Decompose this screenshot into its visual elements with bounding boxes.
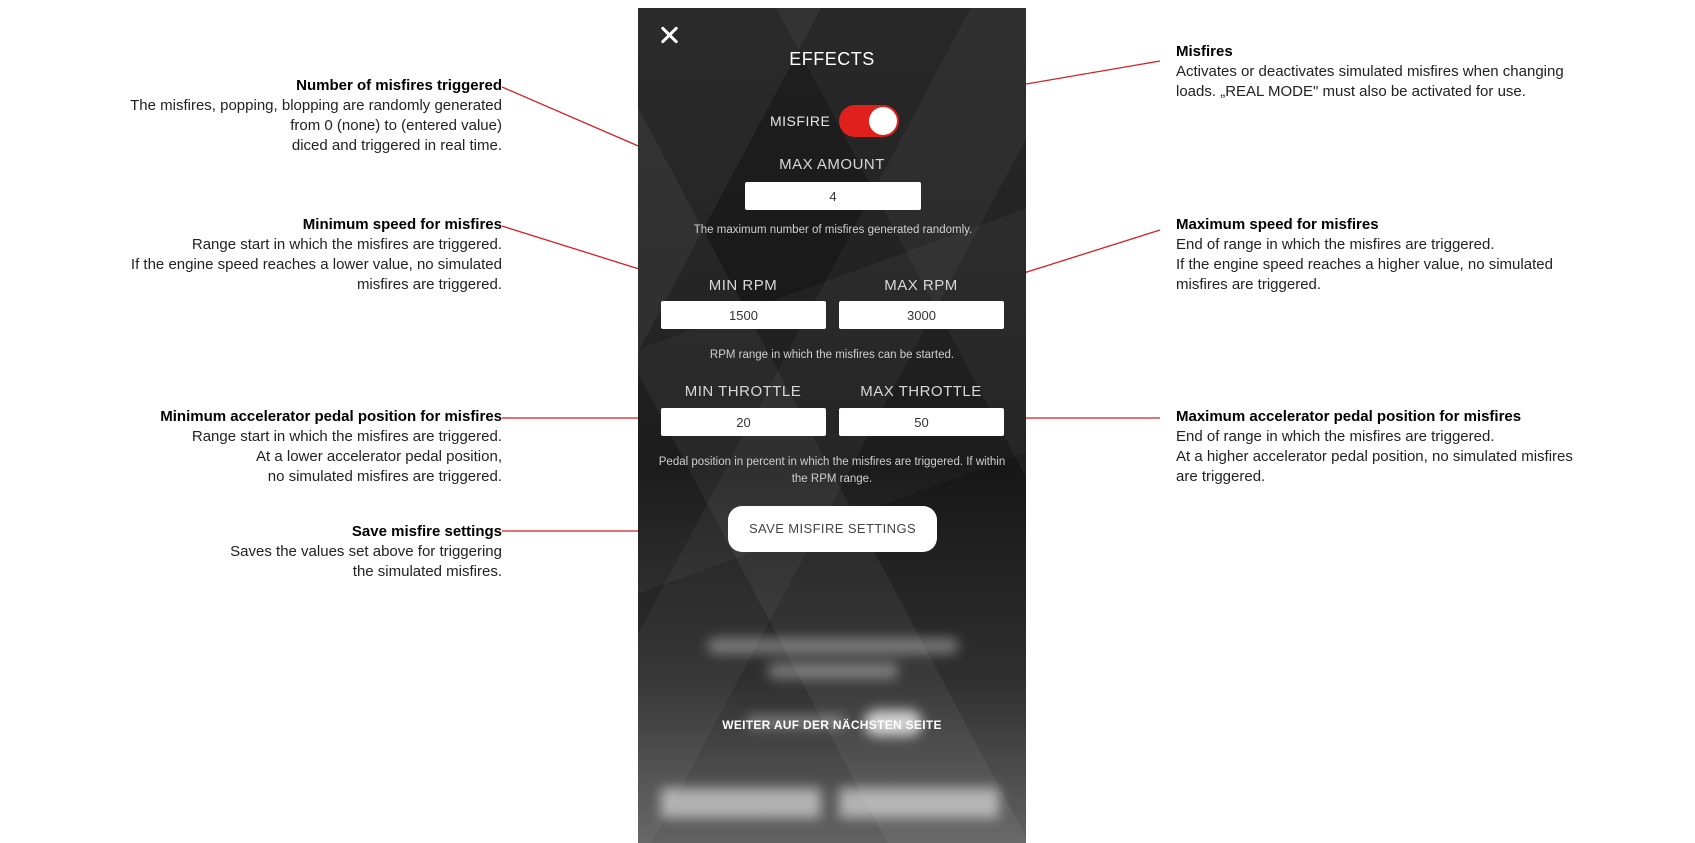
annotation-line: are triggered. [1176, 468, 1266, 485]
annotation-max-speed: Maximum speed for misfires End of range … [1176, 215, 1553, 295]
misfire-toggle-row: MISFIRE [638, 105, 1026, 139]
max-rpm-input[interactable] [839, 301, 1004, 329]
annotation-misfires: Misfires Activates or deactivates simula… [1176, 42, 1564, 102]
annotation-save-settings: Save misfire settings Saves the values s… [230, 522, 502, 582]
annotation-line: At a higher accelerator pedal position, … [1176, 448, 1573, 465]
screen-title: EFFECTS [789, 49, 875, 69]
annotation-line: The misfires, popping, blopping are rand… [130, 97, 502, 114]
max-rpm-label: MAX RPM [884, 277, 958, 294]
annotation-title: Maximum accelerator pedal position for m… [1176, 408, 1522, 425]
max-amount-input[interactable] [745, 182, 921, 210]
save-misfire-settings-button[interactable]: SAVE MISFIRE SETTINGS [728, 506, 937, 552]
annotation-title: Minimum accelerator pedal position for m… [160, 408, 502, 425]
annotation-title: Maximum speed for misfires [1176, 216, 1379, 233]
annotation-line: no simulated misfires are triggered. [267, 468, 502, 485]
annotation-line: At a lower accelerator pedal position, [256, 448, 502, 465]
annotation-line: Range start in which the misfires are tr… [191, 236, 502, 253]
annotation-title: Save misfire settings [351, 523, 502, 540]
annotation-title: Minimum speed for misfires [302, 216, 502, 233]
throttle-range-hint: Pedal position in percent in which the m… [658, 456, 1006, 485]
annotation-line: Saves the values set above for triggerin… [230, 543, 502, 560]
annotation-line: diced and triggered in real time. [291, 137, 502, 154]
annotation-title: Number of misfires triggered [296, 77, 502, 94]
max-amount-hint: The maximum number of misfires generated… [693, 224, 973, 236]
annotation-line: If the engine speed reaches a lower valu… [130, 256, 502, 273]
phone-screen: EFFECTS MISFIRE MAX AMOUNT The maximum n… [638, 8, 1026, 843]
toggle-knob [869, 107, 897, 135]
next-page-notice: WEITER AUF DER NÄCHSTEN SEITE [722, 718, 942, 732]
annotation-line: Activates or deactivates simulated misfi… [1176, 63, 1564, 80]
min-throttle-label: MIN THROTTLE [684, 383, 802, 400]
annotation-min-speed: Minimum speed for misfires Range start i… [131, 215, 502, 295]
annotation-line: misfires are triggered. [356, 276, 502, 293]
blurred-input-left [661, 788, 821, 818]
annotation-line: If the engine speed reaches a higher val… [1176, 256, 1553, 273]
max-throttle-input[interactable] [839, 408, 1004, 436]
blurred-heading [708, 638, 958, 654]
annotation-line: misfires are triggered. [1176, 276, 1322, 293]
close-icon[interactable] [656, 22, 682, 48]
annotation-line: loads. „REAL MODE" must also be activate… [1176, 83, 1526, 100]
min-rpm-input[interactable] [661, 301, 826, 329]
max-throttle-label: MAX THROTTLE [860, 383, 982, 400]
min-rpm-label: MIN RPM [708, 277, 778, 294]
annotation-min-pedal: Minimum accelerator pedal position for m… [160, 407, 502, 487]
annotation-line: from 0 (none) to (entered value) [290, 117, 502, 134]
annotation-title: Misfires [1176, 43, 1233, 60]
min-throttle-input[interactable] [661, 408, 826, 436]
annotation-line: End of range in which the misfires are t… [1176, 428, 1495, 445]
misfire-label: MISFIRE [770, 113, 831, 129]
annotation-line: Range start in which the misfires are tr… [191, 428, 502, 445]
misfire-toggle[interactable] [839, 105, 899, 137]
annotation-line: the simulated misfires. [352, 563, 502, 580]
annotation-number-of-misfires: Number of misfires triggered The misfire… [130, 76, 502, 156]
blurred-heading-line2 [768, 663, 898, 679]
max-amount-label: MAX AMOUNT [779, 156, 885, 173]
annotation-line: End of range in which the misfires are t… [1176, 236, 1495, 253]
rpm-range-hint: RPM range in which the misfires can be s… [709, 349, 955, 361]
annotation-max-pedal: Maximum accelerator pedal position for m… [1176, 407, 1573, 487]
blurred-input-right [839, 788, 999, 818]
